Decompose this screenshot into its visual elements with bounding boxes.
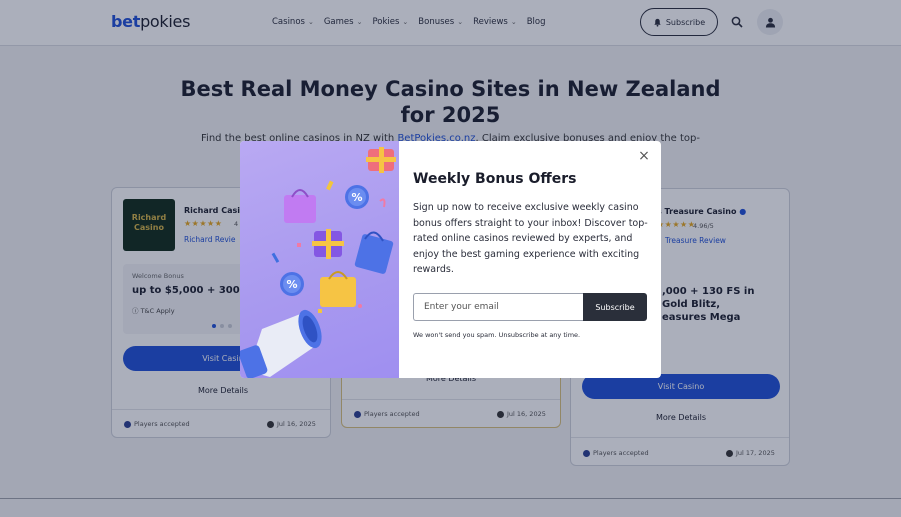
email-field[interactable] — [413, 293, 584, 321]
close-icon[interactable]: × — [637, 149, 651, 163]
modal-body-text: Sign up now to receive exclusive weekly … — [413, 202, 648, 275]
svg-text:%: % — [286, 278, 297, 291]
newsletter-modal: % % × Weekly Bonus Offers Sign up now to… — [240, 141, 661, 378]
spam-disclaimer: We won't send you spam. Unsubscribe at a… — [413, 331, 581, 339]
subscribe-button[interactable]: Subscribe — [583, 293, 647, 321]
modal-title: Weekly Bonus Offers — [413, 171, 577, 187]
promo-illustration: % % — [240, 141, 399, 378]
promo-art-svg: % % — [240, 147, 396, 378]
svg-text:%: % — [351, 191, 362, 204]
